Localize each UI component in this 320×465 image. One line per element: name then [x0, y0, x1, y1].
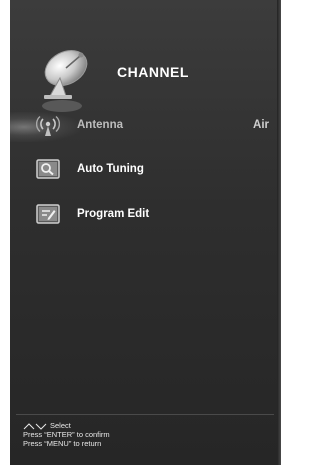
up-down-arrows-icon — [23, 422, 47, 430]
select-hint-row: Select — [23, 421, 110, 430]
select-hint: Select — [50, 421, 71, 430]
satellite-dish-icon — [44, 49, 88, 99]
menu-item-label: Program Edit — [77, 208, 150, 220]
menu-item-program-edit[interactable]: Program Edit — [10, 202, 281, 230]
footer-divider — [16, 414, 274, 415]
antenna-value: Air — [253, 119, 269, 131]
edit-icon — [36, 204, 60, 224]
menu-item-label: Auto Tuning — [77, 163, 144, 175]
menu-header: CHANNEL — [10, 40, 281, 112]
enter-hint: Press “ENTER” to confirm — [23, 430, 110, 439]
footer-hints: Select Press “ENTER” to confirm Press “M… — [23, 421, 110, 448]
menu-item-label: Antenna — [77, 119, 123, 131]
page-title: CHANNEL — [117, 64, 189, 80]
antenna-icon — [36, 115, 60, 136]
menu-item-auto-tuning[interactable]: Auto Tuning — [10, 157, 281, 185]
menu-item-antenna[interactable]: Antenna Air — [10, 113, 281, 141]
osd-menu-panel: CHANNEL Antenna Air Auto Tuning Program … — [10, 0, 281, 465]
magnifier-icon — [36, 159, 60, 179]
menu-hint: Press “MENU” to return — [23, 439, 102, 448]
